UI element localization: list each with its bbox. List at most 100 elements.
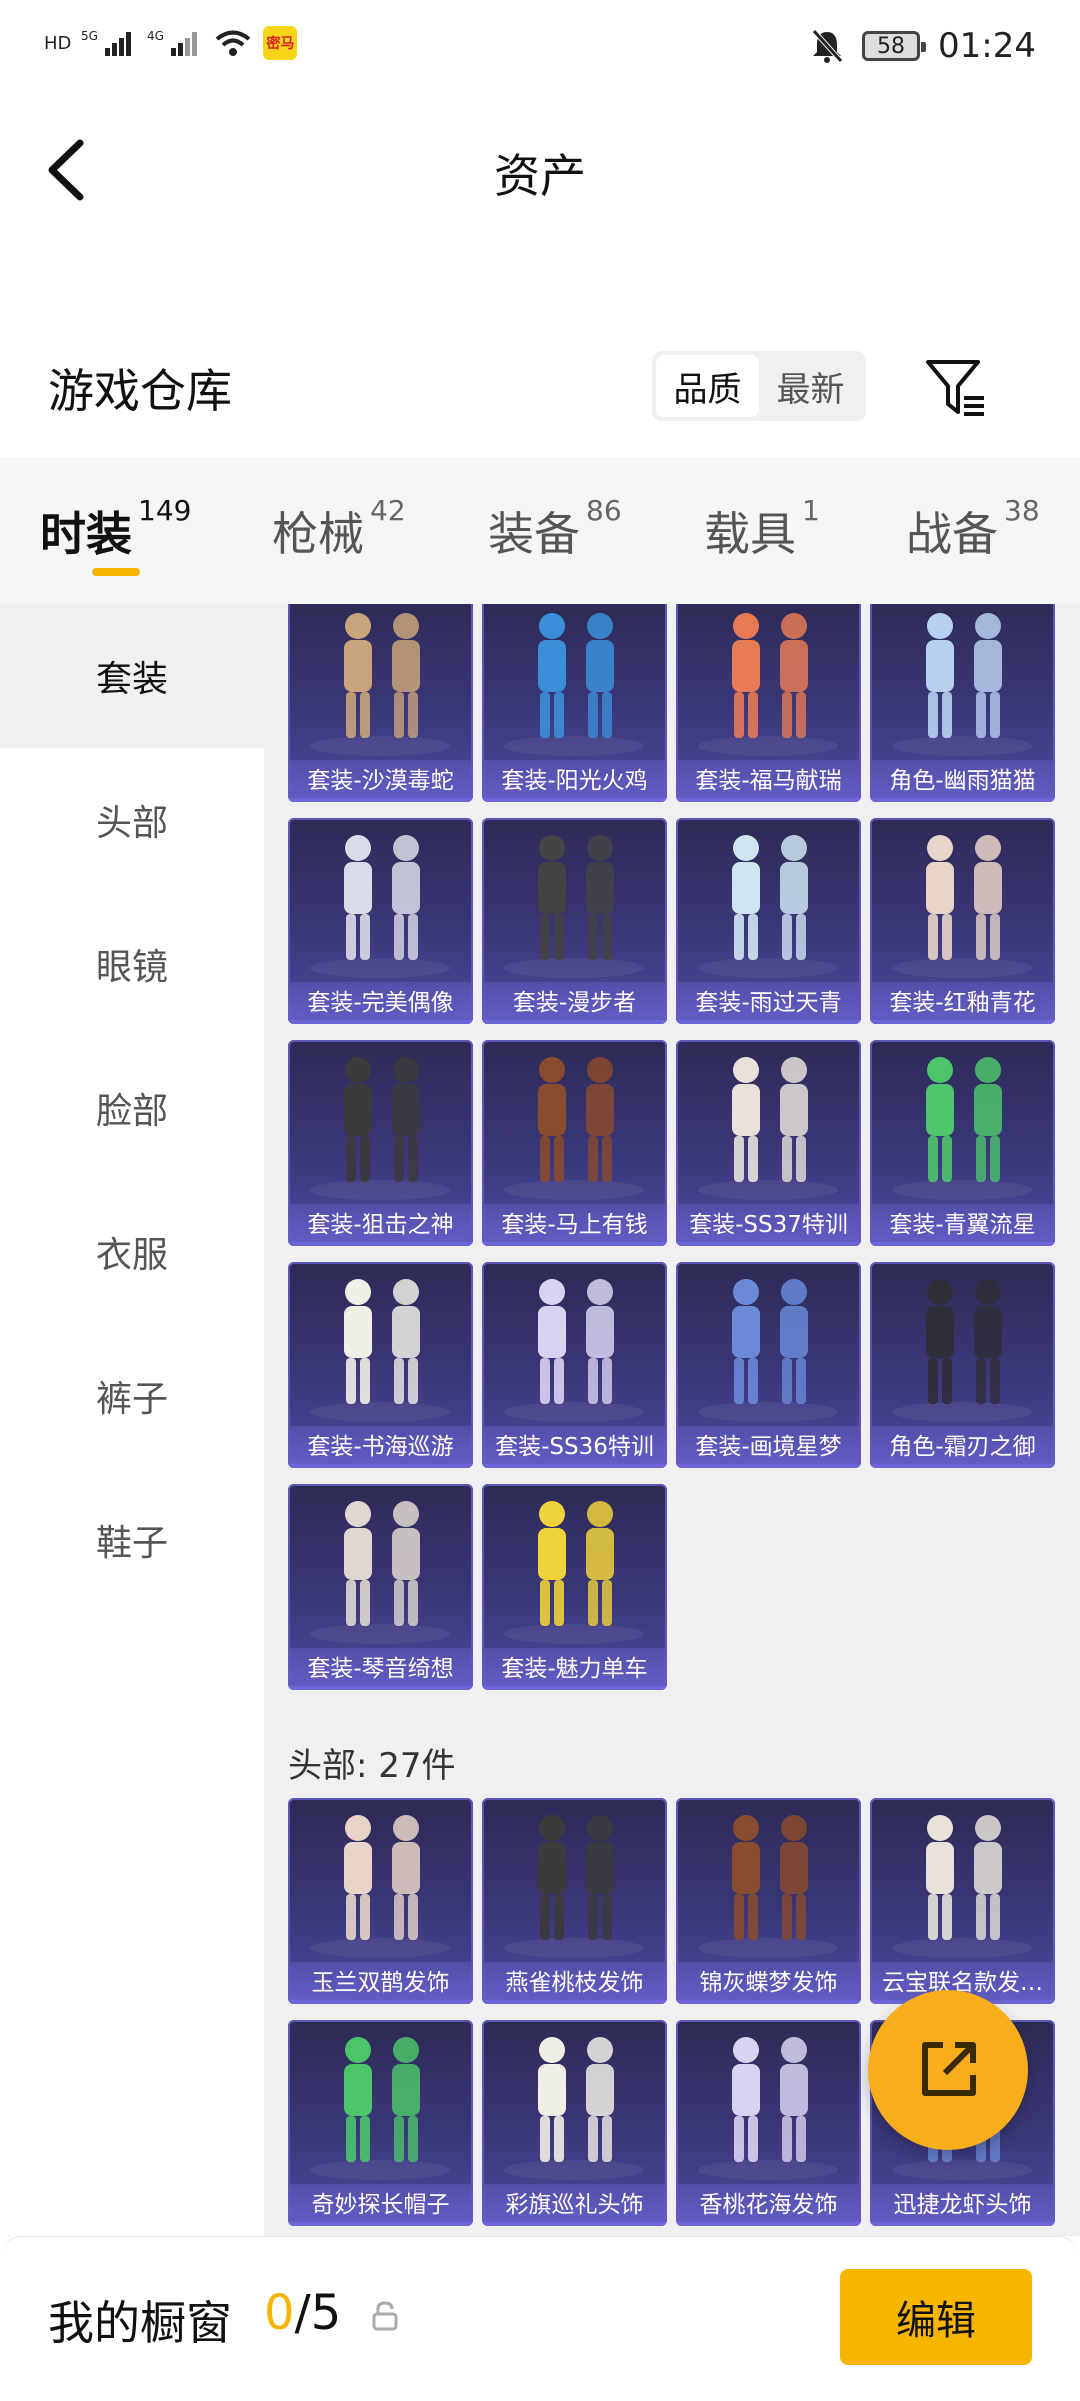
- edit-button[interactable]: 编辑: [840, 2269, 1032, 2365]
- signal-4g-icon: 4G: [147, 29, 198, 56]
- battery-indicator: 58: [862, 31, 927, 61]
- item-card[interactable]: 套装-青翼流星: [870, 1040, 1055, 1246]
- sidebar: 套装 头部 眼镜 脸部 衣服 裤子 鞋子: [0, 604, 264, 2400]
- item-thumbnail: [698, 835, 838, 978]
- sidebar-item-head[interactable]: 头部: [0, 748, 264, 892]
- showcase-title: 我的橱窗: [48, 2296, 232, 2350]
- item-card[interactable]: 云宝联名款发…: [870, 1798, 1055, 2004]
- status-right: 58 01:24: [810, 26, 1036, 66]
- item-name: 套装-福马献瑞: [676, 760, 861, 802]
- item-name: 香桃花海发饰: [676, 2184, 861, 2226]
- header: 资产: [0, 100, 1080, 240]
- item-thumbnail: [504, 835, 644, 978]
- item-thumbnail: [504, 1501, 644, 1644]
- sort-newest-button[interactable]: 最新: [759, 355, 862, 417]
- item-name: 套装-狙击之神: [288, 1204, 473, 1246]
- item-thumbnail: [310, 1815, 450, 1958]
- item-thumbnail: [892, 1057, 1032, 1200]
- status-left: HD 5G 4G 密马: [44, 26, 298, 60]
- item-name: 套装-琴音绮想: [288, 1648, 473, 1690]
- item-card[interactable]: 套装-漫步者: [482, 818, 667, 1024]
- item-thumbnail: [698, 1057, 838, 1200]
- item-card[interactable]: 玉兰双鹊发饰: [288, 1798, 473, 2004]
- item-card[interactable]: 套装-马上有钱: [482, 1040, 667, 1246]
- share-fab-button[interactable]: [868, 1990, 1028, 2150]
- item-name: 奇妙探长帽子: [288, 2184, 473, 2226]
- sidebar-item-face[interactable]: 脸部: [0, 1036, 264, 1180]
- item-thumbnail: [892, 835, 1032, 978]
- item-thumbnail: [310, 2037, 450, 2180]
- item-thumbnail: [892, 1279, 1032, 1422]
- page-title: 资产: [494, 149, 586, 203]
- item-card[interactable]: 套装-书海巡游: [288, 1262, 473, 1468]
- sidebar-item-clothes[interactable]: 衣服: [0, 1180, 264, 1324]
- filter-button[interactable]: [920, 352, 990, 422]
- tab-label: 装备: [488, 507, 580, 561]
- tab-count: 149: [138, 494, 192, 527]
- tab-vehicles[interactable]: 载具 1: [704, 494, 820, 564]
- item-name: 锦灰蝶梦发饰: [676, 1962, 861, 2004]
- item-name: 套装-书海巡游: [288, 1426, 473, 1468]
- item-card[interactable]: 香桃花海发饰: [676, 2020, 861, 2226]
- tab-supplies[interactable]: 战备 38: [906, 494, 1040, 564]
- item-card[interactable]: 套装-红釉青花: [870, 818, 1055, 1024]
- item-thumbnail: [504, 1057, 644, 1200]
- item-thumbnail: [310, 1501, 450, 1644]
- item-name: 套装-雨过天青: [676, 982, 861, 1024]
- item-card[interactable]: 套装-琴音绮想: [288, 1484, 473, 1690]
- tab-label: 枪械: [272, 507, 364, 561]
- item-card[interactable]: 套装-SS36特训: [482, 1262, 667, 1468]
- sidebar-item-glasses[interactable]: 眼镜: [0, 892, 264, 1036]
- item-name: 套装-画境星梦: [676, 1426, 861, 1468]
- item-card[interactable]: 套装-福马献瑞: [676, 604, 861, 802]
- sidebar-item-shoes[interactable]: 鞋子: [0, 1468, 264, 1612]
- showcase-bar: 我的橱窗 0/5 编辑: [0, 2236, 1080, 2401]
- item-card[interactable]: 彩旗巡礼头饰: [482, 2020, 667, 2226]
- tab-count: 42: [370, 494, 406, 527]
- sort-quality-button[interactable]: 品质: [656, 355, 759, 417]
- clock: 01:24: [938, 26, 1036, 66]
- tab-count: 38: [1004, 494, 1040, 527]
- battery-level: 58: [877, 33, 906, 59]
- item-card[interactable]: 角色-霜刃之御: [870, 1262, 1055, 1468]
- item-name: 套装-沙漠毒蛇: [288, 760, 473, 802]
- item-card[interactable]: 套装-雨过天青: [676, 818, 861, 1024]
- sidebar-item-pants[interactable]: 裤子: [0, 1324, 264, 1468]
- item-name: 套装-青翼流星: [870, 1204, 1055, 1246]
- item-thumbnail: [698, 1279, 838, 1422]
- item-card[interactable]: 套装-狙击之神: [288, 1040, 473, 1246]
- sidebar-item-suits[interactable]: 套装: [0, 604, 264, 748]
- item-card[interactable]: 角色-幽雨猫猫: [870, 604, 1055, 802]
- item-name: 套装-马上有钱: [482, 1204, 667, 1246]
- item-thumbnail: [310, 1057, 450, 1200]
- tab-fashion[interactable]: 时装 149: [40, 494, 191, 564]
- item-name: 彩旗巡礼头饰: [482, 2184, 667, 2226]
- item-thumbnail: [310, 1279, 450, 1422]
- tab-equipment[interactable]: 装备 86: [488, 494, 622, 564]
- status-bar: HD 5G 4G 密马 58 01:24: [0, 0, 1080, 100]
- item-name: 角色-幽雨猫猫: [870, 760, 1055, 802]
- item-card[interactable]: 套装-魅力单车: [482, 1484, 667, 1690]
- item-card[interactable]: 套装-SS37特训: [676, 1040, 861, 1246]
- svg-text:5G: 5G: [81, 29, 98, 43]
- open-external-icon: [922, 2042, 976, 2096]
- item-card[interactable]: 奇妙探长帽子: [288, 2020, 473, 2226]
- item-card[interactable]: 套装-沙漠毒蛇: [288, 604, 473, 802]
- tab-label: 载具: [704, 507, 796, 561]
- item-thumbnail: [504, 1815, 644, 1958]
- tab-count: 86: [586, 494, 622, 527]
- showcase-count: 0/5: [264, 2285, 341, 2341]
- tab-guns[interactable]: 枪械 42: [272, 494, 406, 564]
- item-card[interactable]: 燕雀桃枝发饰: [482, 1798, 667, 2004]
- showcase-count-total: /5: [294, 2285, 342, 2341]
- item-card[interactable]: 锦灰蝶梦发饰: [676, 1798, 861, 2004]
- wifi-icon: [216, 30, 251, 56]
- signal-5g-icon: 5G: [81, 29, 132, 56]
- item-card[interactable]: 套装-画境星梦: [676, 1262, 861, 1468]
- item-name: 迅捷龙虾头饰: [870, 2184, 1055, 2226]
- item-card[interactable]: 套装-阳光火鸡: [482, 604, 667, 802]
- item-card[interactable]: 套装-完美偶像: [288, 818, 473, 1024]
- item-name: 玉兰双鹊发饰: [288, 1962, 473, 2004]
- showcase-count-current: 0: [264, 2285, 295, 2341]
- active-tab-indicator: [92, 568, 140, 576]
